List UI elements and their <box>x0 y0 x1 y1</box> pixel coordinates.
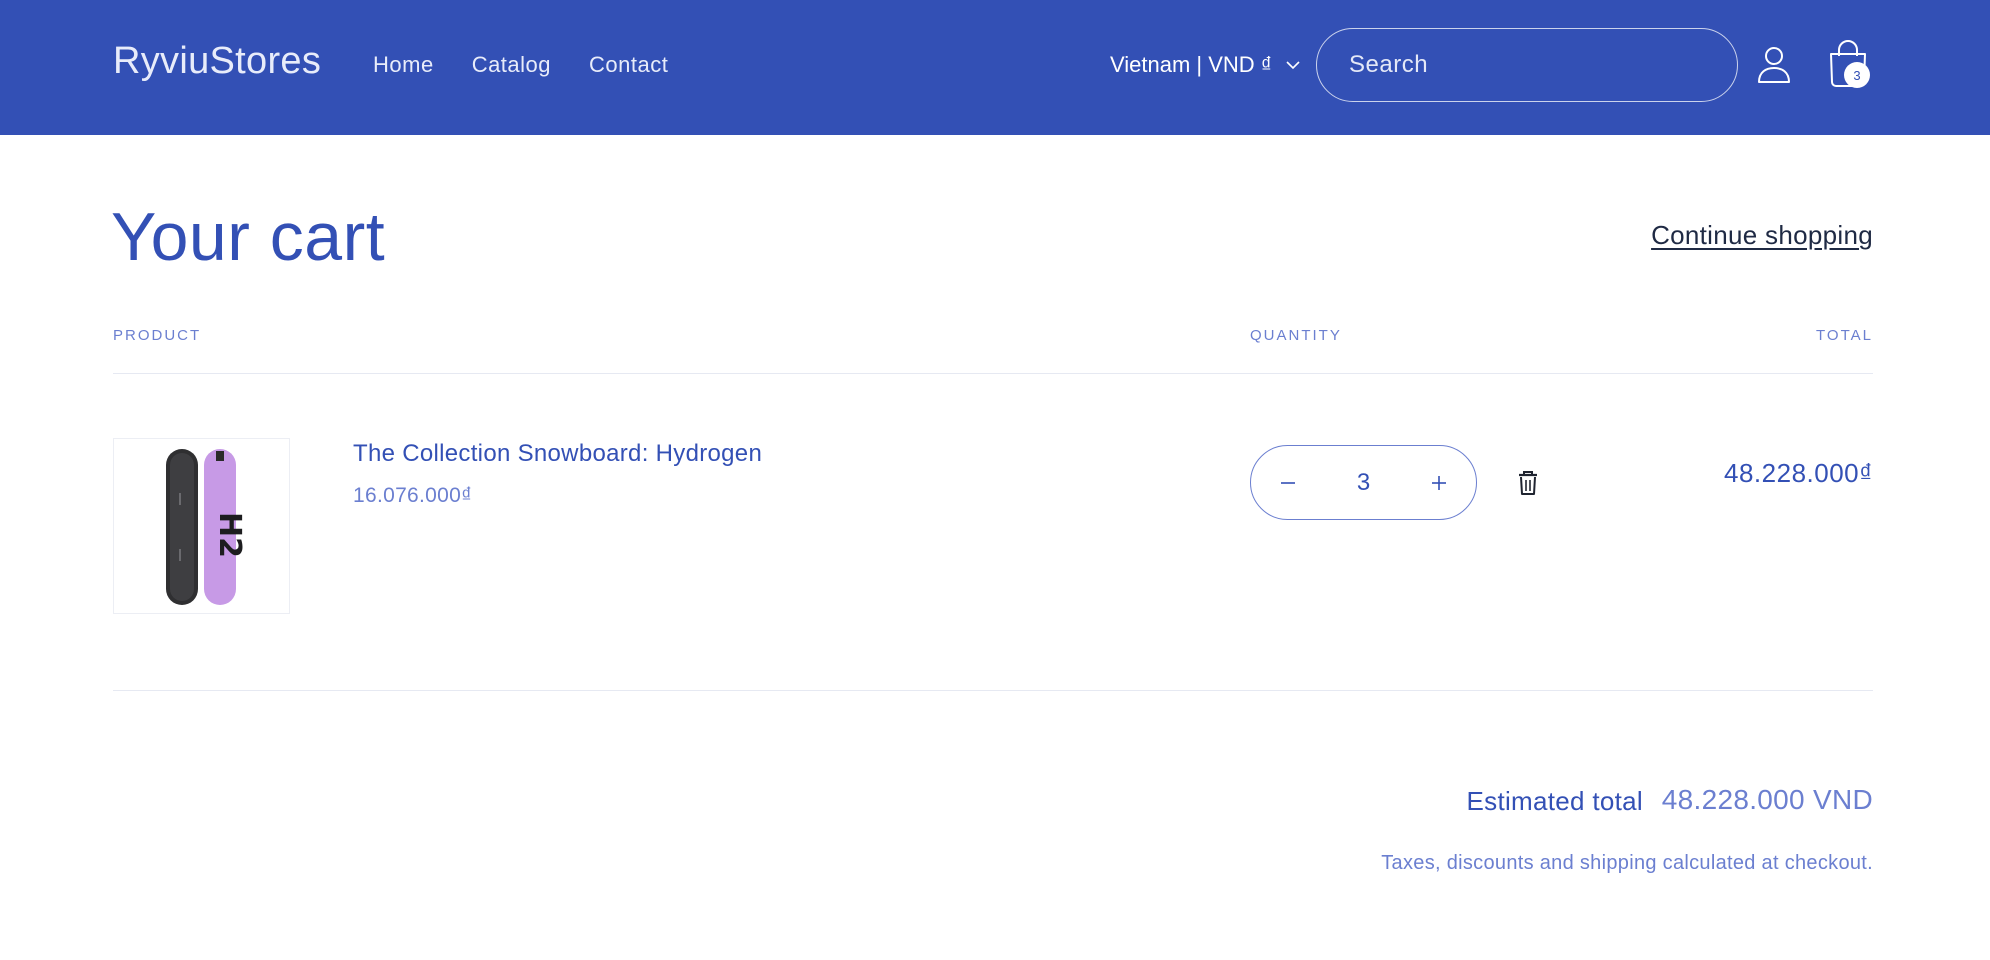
page-title: Your cart <box>111 199 386 275</box>
nav-contact[interactable]: Contact <box>589 52 668 78</box>
estimated-total-label: Estimated total <box>1466 786 1643 816</box>
line-item-total: 48.228.000₫ <box>1724 458 1873 488</box>
quantity-input[interactable] <box>1333 468 1394 497</box>
chevron-down-icon <box>1286 61 1300 70</box>
main-nav: Home Catalog Contact <box>373 52 668 78</box>
trash-icon[interactable] <box>1516 470 1540 496</box>
country-selector-label: Vietnam | VND ₫ <box>1110 52 1273 77</box>
svg-text:H2: H2 <box>212 512 247 558</box>
snowboard-image: H2 <box>166 449 247 605</box>
continue-shopping-link[interactable]: Continue shopping <box>1651 220 1873 251</box>
header-divider <box>113 373 1873 374</box>
nav-catalog[interactable]: Catalog <box>472 52 551 78</box>
account-icon[interactable] <box>1756 44 1792 84</box>
plus-icon <box>1432 475 1446 490</box>
minus-icon <box>1281 481 1295 484</box>
product-unit-price: 16.076.000₫ <box>353 484 473 507</box>
items-divider <box>113 690 1873 691</box>
country-selector[interactable]: Vietnam | VND ₫ <box>1110 52 1302 78</box>
column-header-quantity: QUANTITY <box>1250 327 1342 344</box>
quantity-stepper <box>1250 445 1477 520</box>
tax-note: Taxes, discounts and shipping calculated… <box>1381 852 1873 874</box>
product-name-link[interactable]: The Collection Snowboard: Hydrogen <box>353 440 762 468</box>
decrease-quantity-button[interactable] <box>1273 468 1303 498</box>
search-input[interactable] <box>1316 28 1738 102</box>
increase-quantity-button[interactable] <box>1424 468 1454 498</box>
column-header-product: PRODUCT <box>113 327 202 344</box>
store-logo[interactable]: RyviuStores <box>113 40 321 83</box>
nav-home[interactable]: Home <box>373 52 434 78</box>
column-header-total: TOTAL <box>1816 327 1873 344</box>
site-header: RyviuStores Home Catalog Contact Vietnam… <box>0 0 1990 135</box>
estimated-total-value: 48.228.000 VND <box>1661 784 1873 815</box>
cart-count-badge: 3 <box>1844 62 1870 88</box>
product-thumbnail[interactable]: H2 <box>113 438 290 614</box>
